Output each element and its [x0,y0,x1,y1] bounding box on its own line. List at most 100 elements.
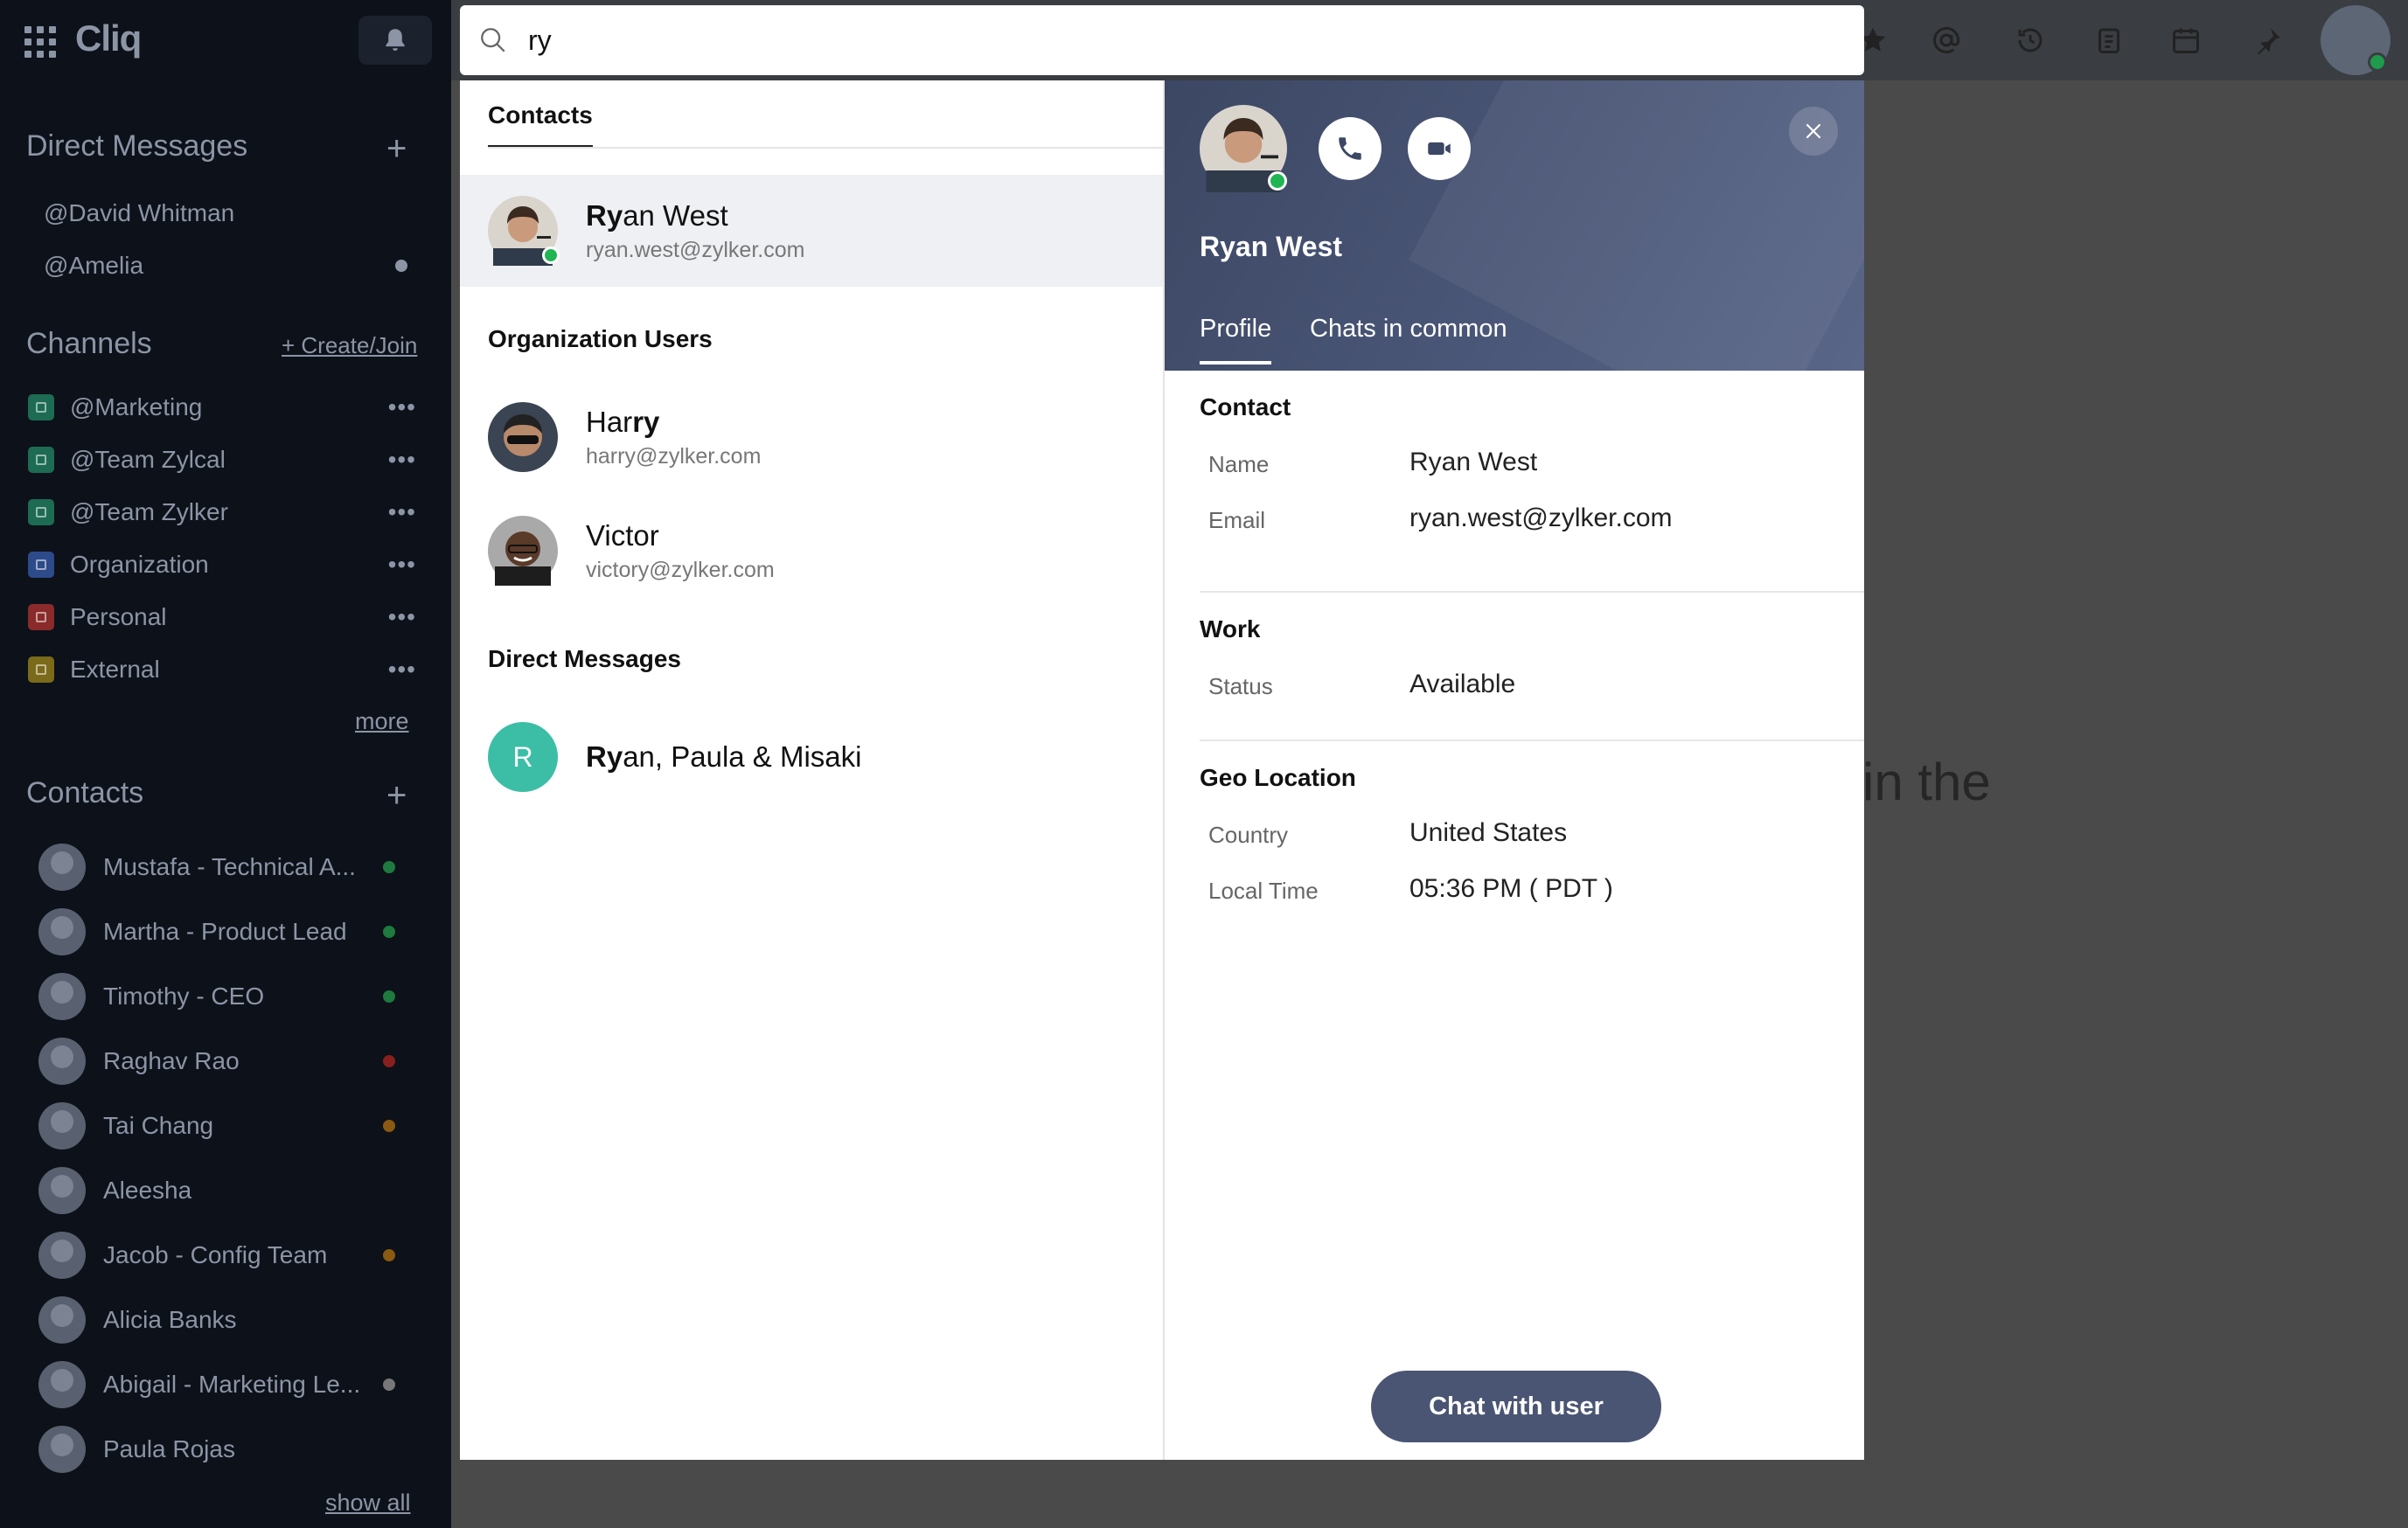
channel-item-marketing[interactable]: @Marketing ••• [28,390,421,425]
add-contact-button[interactable]: + [386,778,407,813]
status-dot [383,990,395,1003]
contact-name: Mustafa - Technical A... [103,853,356,880]
dm-item-amelia[interactable]: @Amelia [44,252,143,280]
profile-panel: Ryan West Profile Chats in common Contac… [1163,80,1864,1460]
result-dm-ryan-paula-misaki[interactable]: R Ryan, Paula & Misaki [460,701,1163,813]
channel-item-team-zylker[interactable]: @Team Zylker ••• [28,495,421,530]
status-dot [383,1055,395,1067]
create-join-channel-link[interactable]: + Create/Join [282,332,417,359]
avatar [38,1038,86,1085]
more-options-icon[interactable]: ••• [388,446,416,474]
more-options-icon[interactable]: ••• [388,393,416,421]
more-options-icon[interactable]: ••• [388,603,416,631]
tab-contacts[interactable]: Contacts [488,101,593,148]
result-name: Victor [586,518,659,552]
more-channels-link[interactable]: more [355,708,409,735]
contact-item[interactable]: Abigail - Marketing Le... [38,1360,423,1409]
channel-item-organization[interactable]: Organization ••• [28,547,421,582]
contact-item[interactable]: Tai Chang [38,1101,423,1150]
voice-call-button[interactable] [1319,117,1381,180]
more-options-icon[interactable]: ••• [388,656,416,684]
online-status-dot [542,247,560,264]
avatar [38,1296,86,1344]
personal-icon [28,604,54,630]
notifications-button[interactable] [358,16,432,65]
status-value: Available [1409,670,1516,698]
sidebar: Cliq Direct Messages + @David Whitman @A… [0,0,451,1528]
avatar [488,516,558,586]
contact-name: Tai Chang [103,1112,214,1139]
close-icon [1806,123,1821,139]
contact-item[interactable]: Timothy - CEO [38,972,423,1021]
tab-divider [488,147,1163,149]
local-time-label: Local Time [1208,878,1319,904]
contact-section-title: Contact [1200,393,1291,420]
user-avatar[interactable] [2321,5,2391,75]
status-dot [383,861,395,873]
contact-item[interactable]: Paula Rojas [38,1425,423,1474]
tab-profile[interactable]: Profile [1200,315,1272,365]
avatar [38,844,86,891]
result-name: Ryan West [586,198,728,232]
bell-icon [386,29,405,52]
mentions-icon[interactable] [1929,23,1964,58]
channel-item-personal[interactable]: Personal ••• [28,600,421,635]
integrations-icon[interactable] [2251,23,2286,58]
channel-name: @Team Zylcal [70,446,226,473]
contact-name: Raghav Rao [103,1047,240,1074]
video-camera-icon [1428,142,1451,156]
result-user-harry[interactable]: Harry harry@zylker.com [460,381,1163,493]
result-contact-ryan-west[interactable]: Ryan West ryan.west@zylker.com [460,175,1163,287]
history-icon[interactable] [2013,23,2048,58]
contacts-heading: Contacts [26,776,144,809]
contact-name: Martha - Product Lead [103,918,347,945]
phone-icon [1339,137,1361,160]
contact-item[interactable]: Alicia Banks [38,1295,423,1344]
video-call-button[interactable] [1408,117,1471,180]
channel-item-team-zylcal[interactable]: @Team Zylcal ••• [28,442,421,477]
channel-name: @Marketing [70,393,203,420]
contact-item[interactable]: Jacob - Config Team [38,1231,423,1280]
app-grid-icon[interactable] [24,26,56,58]
search-bar[interactable] [460,5,1864,75]
country-label: Country [1208,822,1289,848]
result-user-victor[interactable]: Victor victory@zylker.com [460,495,1163,607]
profile-header: Ryan West Profile Chats in common [1165,80,1864,371]
email-label: Email [1208,507,1266,533]
contact-name: Paula Rojas [103,1435,235,1462]
contact-item[interactable]: Raghav Rao [38,1037,423,1086]
more-options-icon[interactable]: ••• [388,551,416,579]
country-value: United States [1409,818,1568,847]
close-button[interactable] [1789,107,1838,156]
channels-heading: Channels [26,327,152,360]
search-input[interactable] [528,24,1752,57]
show-all-contacts-link[interactable]: show all [325,1490,411,1517]
result-name: Harry [586,405,660,438]
channel-item-external[interactable]: External ••• [28,652,421,687]
avatar [38,973,86,1020]
channel-icon [28,394,54,420]
contact-item[interactable]: Aleesha [38,1166,423,1215]
files-icon[interactable] [2091,23,2126,58]
dm-item-david-whitman[interactable]: @David Whitman [44,199,234,227]
tab-chats-in-common[interactable]: Chats in common [1310,315,1507,361]
contact-name: Abigail - Marketing Le... [103,1371,361,1398]
add-direct-message-button[interactable]: + [386,131,407,166]
calendar-icon[interactable] [2168,23,2203,58]
name-label: Name [1208,451,1270,477]
avatar [488,196,560,266]
harry-avatar-image [488,402,558,472]
avatar [38,1167,86,1214]
contact-item[interactable]: Martha - Product Lead [38,907,423,956]
status-dot [383,1379,395,1391]
channel-name: Personal [70,603,167,630]
app-logo: Cliq [75,17,142,59]
result-email: harry@zylker.com [586,443,762,469]
contact-item[interactable]: Mustafa - Technical A... [38,843,423,892]
avatar [488,402,558,472]
search-icon [476,23,511,58]
more-options-icon[interactable]: ••• [388,498,416,526]
avatar [38,908,86,955]
geo-location-section-title: Geo Location [1200,764,1356,791]
chat-with-user-button[interactable]: Chat with user [1371,1371,1661,1442]
